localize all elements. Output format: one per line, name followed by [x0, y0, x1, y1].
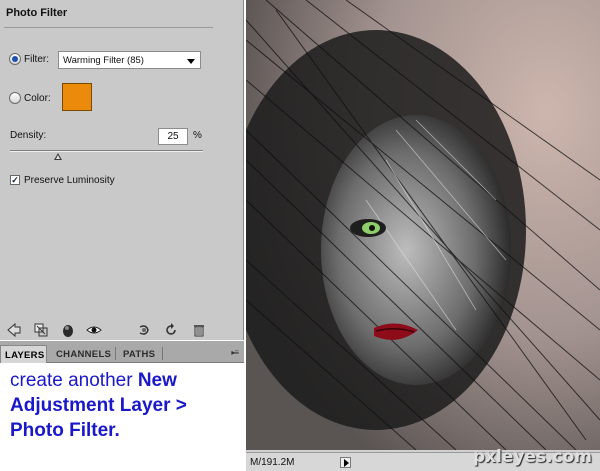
preserve-luminosity-checkbox[interactable]: ✓	[10, 175, 20, 185]
watermark: pxleyes.com	[472, 447, 592, 467]
panel-view-icon[interactable]	[33, 322, 49, 338]
filter-label: Filter:	[24, 54, 49, 65]
color-label: Color:	[24, 93, 51, 104]
reset-icon[interactable]	[163, 322, 179, 338]
tab-divider	[115, 347, 116, 360]
density-label: Density:	[10, 130, 47, 141]
back-arrow-icon[interactable]	[6, 322, 22, 338]
tab-divider	[162, 347, 163, 360]
preserve-luminosity-label: Preserve Luminosity	[24, 175, 115, 186]
density-unit: %	[193, 130, 202, 141]
filter-dropdown-value: Warming Filter (85)	[63, 55, 144, 66]
doc-size-readout: M/191.2M	[250, 457, 295, 468]
left-panel: Photo Filter Filter: Warming Filter (85)…	[0, 0, 246, 471]
visibility-eye-icon[interactable]	[86, 322, 102, 338]
color-swatch[interactable]	[62, 83, 92, 111]
status-menu-arrow-icon[interactable]	[340, 457, 351, 468]
clip-layer-icon[interactable]	[60, 322, 76, 338]
filter-radio[interactable]	[9, 53, 21, 65]
tab-channels[interactable]: CHANNELS	[52, 345, 114, 363]
title-divider	[4, 27, 213, 28]
layers-panel-tabs: LAYERS CHANNELS PATHS ▸≡	[0, 341, 244, 363]
adjustment-icon-bar	[0, 320, 244, 340]
density-input[interactable]: 25	[158, 128, 188, 145]
document-canvas: M/191.2M pxleyes.com	[246, 0, 600, 471]
instruction-plain: create another	[10, 370, 138, 391]
density-slider-track[interactable]	[10, 150, 203, 152]
artwork-image	[246, 0, 600, 450]
instruction-text: create another New Adjustment Layer > Ph…	[10, 368, 238, 443]
density-slider-thumb[interactable]	[54, 153, 63, 160]
tab-paths[interactable]: PATHS	[119, 345, 161, 363]
panel-title: Photo Filter	[6, 7, 68, 19]
adjustments-panel: Photo Filter Filter: Warming Filter (85)…	[0, 0, 244, 340]
previous-state-icon[interactable]	[136, 322, 152, 338]
panel-menu-icon[interactable]: ▸≡	[231, 348, 239, 357]
trash-icon[interactable]	[191, 322, 207, 338]
chevron-down-icon	[187, 59, 195, 64]
color-radio[interactable]	[9, 92, 21, 104]
filter-dropdown[interactable]: Warming Filter (85)	[58, 51, 201, 69]
tab-layers[interactable]: LAYERS	[0, 345, 47, 363]
